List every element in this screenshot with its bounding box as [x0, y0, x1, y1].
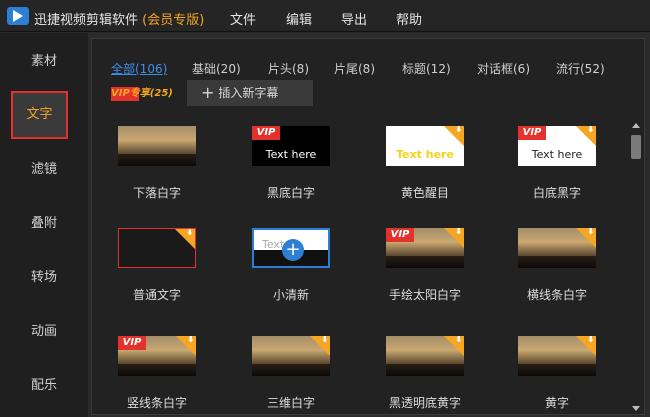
template-tile[interactable]: Text here VIP ⬇ 白底黑字	[518, 126, 628, 216]
template-tile[interactable]: Text here VIP 黑底白字	[252, 126, 362, 216]
edition-badge: (会员专版)	[142, 13, 205, 28]
sidebar-item-overlay[interactable]: 叠附	[0, 197, 88, 251]
tab-popular[interactable]: 流行(52)	[556, 60, 605, 77]
app-name: 迅捷视频剪辑软件	[34, 13, 139, 28]
sidebar-item-filter[interactable]: 滤镜	[0, 143, 88, 197]
template-label: 三维白字	[266, 396, 315, 410]
tab-opening[interactable]: 片头(8)	[268, 60, 309, 77]
download-icon: ⬇	[185, 228, 194, 238]
category-sidebar: 素材 文字 滤镜 叠附 转场 动画 配乐	[0, 33, 88, 417]
thumbnail-caption: Text here	[531, 148, 583, 161]
sidebar-item-material[interactable]: 素材	[0, 35, 88, 89]
template-thumbnail[interactable]: ⬇	[252, 336, 330, 376]
template-label: 黄字	[544, 396, 569, 410]
template-tile[interactable]: ⬇ 普通文字	[118, 228, 228, 318]
tab-basic[interactable]: 基础(20)	[192, 60, 241, 77]
caption-stripe	[252, 364, 330, 376]
vertical-scrollbar[interactable]	[630, 121, 642, 413]
template-thumbnail[interactable]: VIP ⬇	[118, 336, 196, 376]
sidebar-item-transition[interactable]: 转场	[0, 251, 88, 305]
template-label: 黑透明底黄字	[388, 396, 461, 410]
add-template-icon[interactable]: +	[282, 239, 304, 261]
template-tile[interactable]: ⬇ 黄字	[518, 336, 628, 417]
template-tile[interactable]: ⬇ 三维白字	[252, 336, 362, 417]
scroll-thumb[interactable]	[631, 135, 641, 159]
thumbnail-caption: Text here	[396, 148, 454, 161]
template-thumbnail[interactable]: Text here VIP	[252, 126, 330, 166]
text-template-panel: 全部(106) 基础(20) 片头(8) 片尾(8) 标题(12) 对话框(6)…	[91, 38, 645, 415]
insert-subtitle-label: 插入新字幕	[218, 86, 279, 100]
caption-stripe	[518, 256, 596, 268]
download-icon: ⬇	[586, 336, 595, 345]
template-label: 竖线条白字	[126, 396, 187, 410]
template-thumbnail[interactable]: Text here ⬇	[386, 126, 464, 166]
template-tile[interactable]: VIP ⬇ 手绘太阳白字	[386, 228, 496, 318]
download-icon: ⬇	[186, 336, 195, 345]
caption-stripe	[118, 364, 196, 376]
caption-stripe	[386, 256, 464, 268]
template-thumbnail[interactable]: Text here VIP ⬇	[518, 126, 596, 166]
scroll-up-icon[interactable]	[632, 123, 640, 128]
menu-help[interactable]: 帮助	[396, 9, 422, 28]
app-logo-icon	[7, 7, 29, 25]
template-label: 黄色醒目	[400, 186, 449, 200]
template-label: 普通文字	[132, 288, 181, 302]
download-icon: ⬇	[586, 126, 595, 135]
sidebar-item-text[interactable]: 文字	[11, 91, 68, 139]
download-icon: ⬇	[454, 228, 463, 237]
tab-dialog[interactable]: 对话框(6)	[477, 60, 530, 77]
template-tile[interactable]: ⬇ 横线条白字	[518, 228, 628, 318]
tab-vip[interactable]: VIP专享(25)	[111, 87, 173, 101]
template-label: 黑底白字	[266, 186, 315, 200]
vip-badge: VIP	[386, 228, 414, 242]
template-thumbnail[interactable]	[118, 126, 196, 166]
template-thumbnail[interactable]: Text +	[252, 228, 330, 268]
template-label: 下落白字	[132, 186, 181, 200]
tab-ending[interactable]: 片尾(8)	[334, 60, 375, 77]
menu-file[interactable]: 文件	[230, 9, 256, 28]
download-icon: ⬇	[454, 336, 463, 345]
scroll-down-icon[interactable]	[632, 406, 640, 411]
vip-badge: VIP	[118, 336, 146, 350]
template-label: 横线条白字	[526, 288, 587, 302]
sidebar-item-music[interactable]: 配乐	[0, 359, 88, 413]
menu-edit[interactable]: 编辑	[286, 9, 312, 28]
sidebar-item-animation[interactable]: 动画	[0, 305, 88, 359]
download-icon: ⬇	[586, 228, 595, 237]
caption-stripe	[518, 364, 596, 376]
insert-subtitle-button[interactable]: + 插入新字幕	[187, 80, 313, 106]
vip-badge: VIP	[252, 126, 280, 140]
title-bar: 迅捷视频剪辑软件 (会员专版) 文件 编辑 导出 帮助	[0, 0, 650, 32]
template-label: 白底黑字	[532, 186, 581, 200]
tab-title[interactable]: 标题(12)	[402, 60, 451, 77]
vip-badge: VIP	[518, 126, 546, 140]
menu-export[interactable]: 导出	[341, 9, 367, 28]
template-tile[interactable]: Text here ⬇ 黄色醒目	[386, 126, 496, 216]
download-icon: ⬇	[320, 336, 329, 345]
caption-stripe	[118, 154, 196, 166]
thumbnail-caption: Text here	[265, 148, 317, 161]
tab-all[interactable]: 全部(106)	[111, 60, 167, 77]
template-thumbnail[interactable]: ⬇	[518, 228, 596, 268]
template-thumbnail[interactable]: ⬇	[518, 336, 596, 376]
template-tile[interactable]: 下落白字	[118, 126, 228, 216]
template-tile[interactable]: ⬇ 黑透明底黄字	[386, 336, 496, 417]
template-tile[interactable]: VIP ⬇ 竖线条白字	[118, 336, 228, 417]
download-icon: ⬇	[454, 126, 463, 135]
template-thumbnail[interactable]: ⬇	[118, 228, 196, 268]
template-tile[interactable]: Text + 小清新	[252, 228, 362, 318]
caption-stripe	[386, 364, 464, 376]
template-thumbnail[interactable]: VIP ⬇	[386, 228, 464, 268]
template-thumbnail[interactable]: ⬇	[386, 336, 464, 376]
plus-icon: +	[201, 83, 215, 102]
app-title: 迅捷视频剪辑软件 (会员专版)	[34, 9, 204, 28]
template-label: 手绘太阳白字	[388, 288, 461, 302]
template-label: 小清新	[272, 288, 309, 302]
